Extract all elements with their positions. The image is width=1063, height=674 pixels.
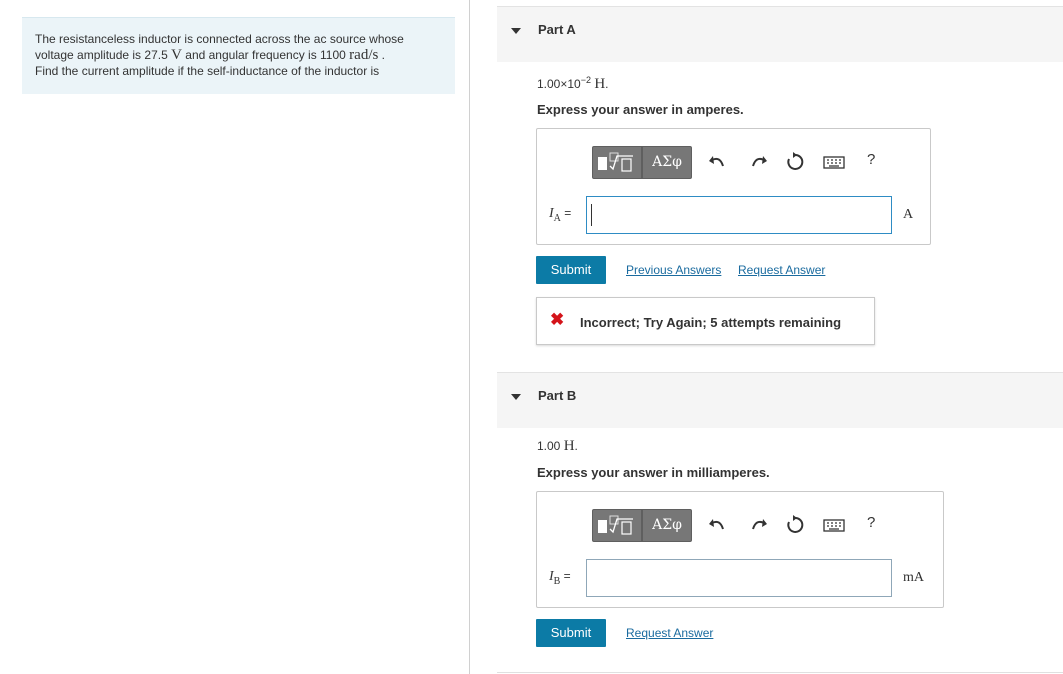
part-b-unit: mA xyxy=(903,570,924,585)
collapse-triangle-icon[interactable] xyxy=(511,394,521,400)
part-b-variable-label: IB = xyxy=(549,569,571,587)
keyboard-icon[interactable] xyxy=(822,514,846,536)
part-a-instruction: Express your answer in amperes. xyxy=(537,102,744,117)
part-b-answer-box: ΑΣφ ? IB = mA xyxy=(536,491,944,608)
part-a-answer-box: ΑΣφ ? IA = A xyxy=(536,128,931,245)
feedback-text: Incorrect; Try Again; 5 attempts remaini… xyxy=(580,315,842,330)
part-a-answer-input[interactable] xyxy=(586,196,892,234)
part-b-given: 1.00 H. xyxy=(537,438,578,454)
part-b-title: Part B xyxy=(538,388,577,403)
redo-icon[interactable] xyxy=(747,514,769,536)
help-icon[interactable]: ? xyxy=(867,151,875,168)
bottom-divider xyxy=(497,672,1063,673)
part-b-instruction: Express your answer in milliamperes. xyxy=(537,465,770,480)
part-a-given: 1.00×10−2 H. xyxy=(537,75,609,92)
reset-icon[interactable] xyxy=(784,514,806,536)
reset-icon[interactable] xyxy=(784,151,806,173)
problem-line-3: Find the current amplitude if the self-i… xyxy=(35,64,380,78)
templates-icon xyxy=(598,152,633,172)
text-caret xyxy=(591,204,592,226)
greek-letters-button[interactable]: ΑΣφ xyxy=(642,146,692,179)
part-b-answer-input[interactable] xyxy=(586,559,892,597)
voltage-unit: V xyxy=(171,47,182,63)
column-divider xyxy=(469,0,470,674)
problem-line-1: The resistanceless inductor is connected… xyxy=(35,32,404,46)
part-b-submit-button[interactable]: Submit xyxy=(536,619,606,647)
keyboard-icon[interactable] xyxy=(822,151,846,173)
previous-answers-link[interactable]: Previous Answers xyxy=(626,263,721,277)
problem-statement: The resistanceless inductor is connected… xyxy=(22,17,455,94)
frequency-unit: rad/s xyxy=(349,47,379,63)
problem-line-2: voltage amplitude is 27.5 V and angular … xyxy=(35,47,386,63)
collapse-triangle-icon[interactable] xyxy=(511,28,521,34)
redo-icon[interactable] xyxy=(747,151,769,173)
feedback-message: ✖ Incorrect; Try Again; 5 attempts remai… xyxy=(536,297,875,345)
undo-icon[interactable] xyxy=(707,514,729,536)
templates-button[interactable] xyxy=(592,146,642,179)
part-a-variable-label: IA = xyxy=(549,206,572,224)
part-a-header[interactable]: Part A xyxy=(497,6,1063,62)
part-b-request-answer-link[interactable]: Request Answer xyxy=(626,626,713,640)
incorrect-x-icon: ✖ xyxy=(550,310,565,329)
part-a-request-answer-link[interactable]: Request Answer xyxy=(738,263,825,277)
templates-icon xyxy=(598,515,633,535)
undo-icon[interactable] xyxy=(707,151,729,173)
part-b-header[interactable]: Part B xyxy=(497,372,1063,428)
part-a-title: Part A xyxy=(538,22,576,37)
part-a-unit: A xyxy=(903,207,914,222)
greek-letters-button[interactable]: ΑΣφ xyxy=(642,509,692,542)
part-a-submit-button[interactable]: Submit xyxy=(536,256,606,284)
templates-button[interactable] xyxy=(592,509,642,542)
help-icon[interactable]: ? xyxy=(867,514,875,531)
